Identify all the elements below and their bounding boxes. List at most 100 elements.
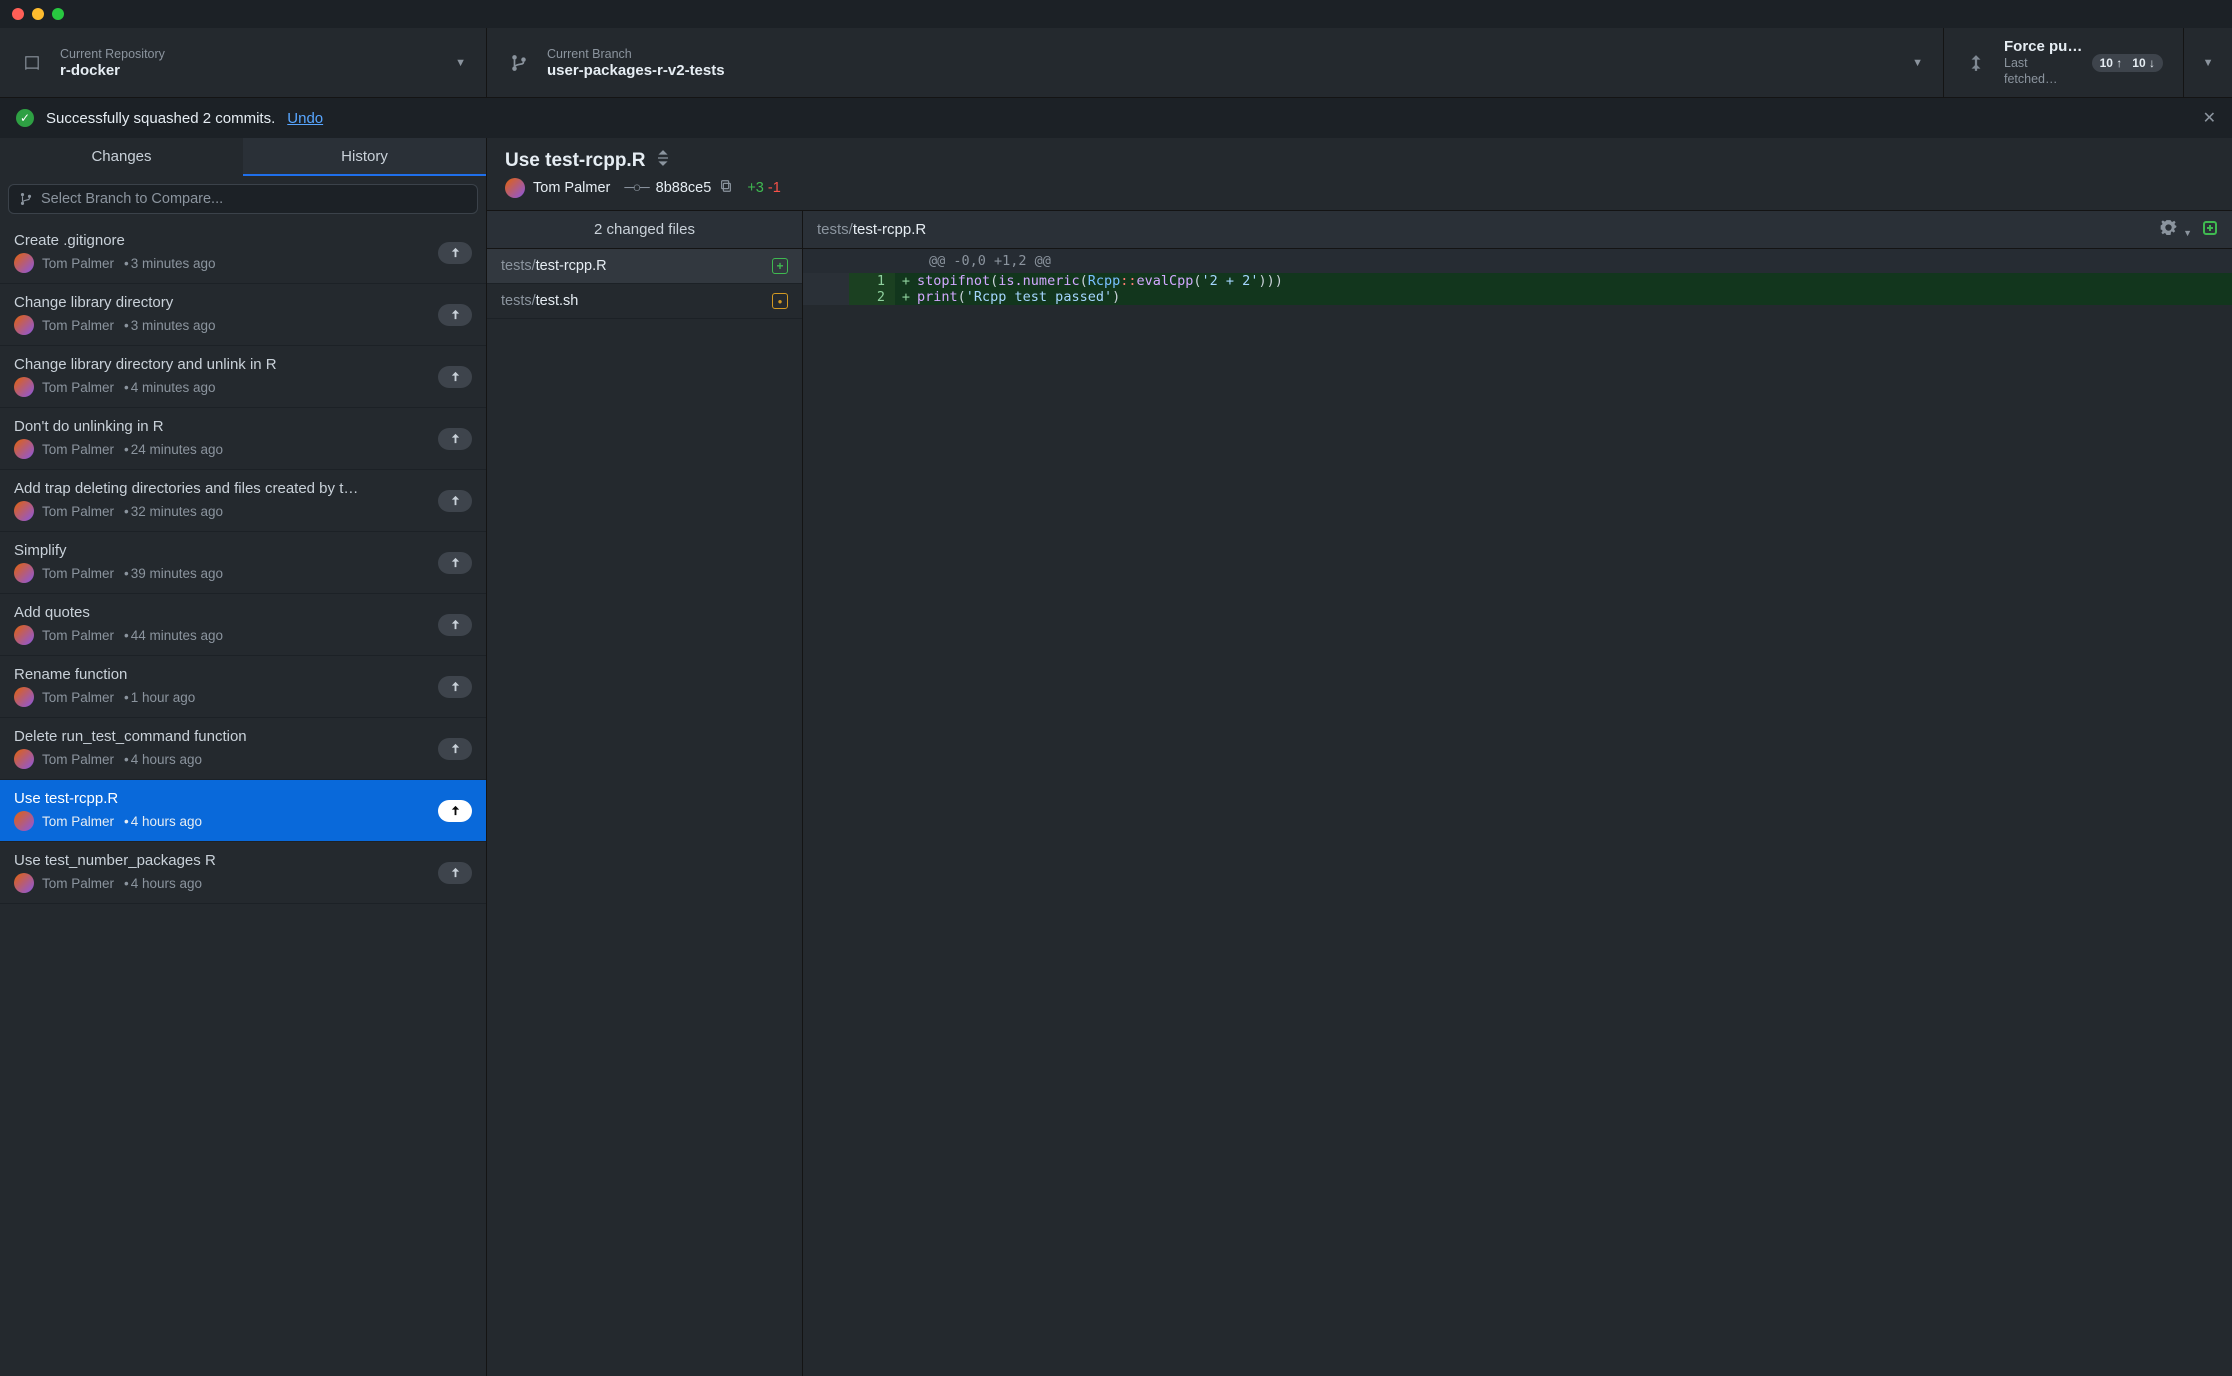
commit-item[interactable]: Add trap deleting directories and files …	[0, 470, 486, 532]
branch-value: user-packages-r-v2-tests	[547, 62, 887, 79]
file-path: tests/test-rcpp.R	[501, 258, 772, 274]
commit-item-author: Tom Palmer	[42, 504, 114, 519]
avatar	[14, 873, 34, 893]
commit-item-title: Create .gitignore	[14, 232, 426, 249]
commit-item-title: Don't do unlinking in R	[14, 418, 426, 435]
commit-item-time: 1 hour ago	[122, 690, 195, 705]
check-icon: ✓	[16, 109, 34, 127]
commit-item-title: Change library directory	[14, 294, 426, 311]
commit-item[interactable]: Change library directory and unlink in R…	[0, 346, 486, 408]
chevron-down-icon: ▼	[2203, 57, 2214, 69]
file-item[interactable]: tests/test.sh●	[487, 284, 802, 319]
avatar	[14, 377, 34, 397]
gear-icon[interactable]: ▼	[2160, 219, 2192, 240]
push-dropdown[interactable]: ▼	[2184, 28, 2232, 97]
push-commit-button[interactable]	[438, 490, 472, 512]
tab-changes[interactable]: Changes	[0, 138, 243, 176]
commit-item-author: Tom Palmer	[42, 814, 114, 829]
diff-line[interactable]: 1+stopifnot(is.numeric(Rcpp::evalCpp('2 …	[803, 273, 2232, 289]
chevron-down-icon: ▼	[1912, 57, 1923, 69]
push-commit-button[interactable]	[438, 552, 472, 574]
close-icon[interactable]: ✕	[2203, 108, 2216, 128]
commit-item[interactable]: Add quotes Tom Palmer 44 minutes ago	[0, 594, 486, 656]
repo-icon	[20, 54, 44, 72]
avatar	[14, 439, 34, 459]
branch-picker[interactable]: Current Branch user-packages-r-v2-tests …	[487, 28, 1944, 97]
commit-item[interactable]: Delete run_test_command function Tom Pal…	[0, 718, 486, 780]
avatar	[14, 811, 34, 831]
hunk-header: @@ -0,0 +1,2 @@	[803, 249, 2232, 273]
push-commit-button[interactable]	[438, 304, 472, 326]
open-file-path: tests/test-rcpp.R	[817, 221, 2160, 238]
modified-icon: ●	[772, 293, 788, 309]
file-list: 2 changed files tests/test-rcpp.R+tests/…	[487, 211, 803, 1376]
commit-item-title: Use test-rcpp.R	[14, 790, 426, 807]
commit-item[interactable]: Use test_number_packages R Tom Palmer 4 …	[0, 842, 486, 904]
window-titlebar	[0, 0, 2232, 28]
file-item[interactable]: tests/test-rcpp.R+	[487, 249, 802, 284]
avatar	[14, 253, 34, 273]
commit-item-author: Tom Palmer	[42, 876, 114, 891]
push-commit-button[interactable]	[438, 242, 472, 264]
app-toolbar: Current Repository r-docker ▼ Current Br…	[0, 28, 2232, 98]
commit-item-author: Tom Palmer	[42, 318, 114, 333]
push-commit-button[interactable]	[438, 676, 472, 698]
avatar	[14, 501, 34, 521]
commit-item-time: 4 minutes ago	[122, 380, 216, 395]
push-commit-button[interactable]	[438, 366, 472, 388]
commit-item-time: 4 hours ago	[122, 876, 202, 891]
commit-item-time: 44 minutes ago	[122, 628, 223, 643]
push-commit-button[interactable]	[438, 614, 472, 636]
push-button[interactable]: Force pus… Last fetched… 10 ↑ 10 ↓	[1944, 28, 2184, 97]
commit-item[interactable]: Change library directory Tom Palmer 3 mi…	[0, 284, 486, 346]
compare-placeholder: Select Branch to Compare...	[41, 191, 223, 207]
repo-picker[interactable]: Current Repository r-docker ▼	[0, 28, 487, 97]
commit-item-title: Use test_number_packages R	[14, 852, 426, 869]
push-commit-button[interactable]	[438, 428, 472, 450]
avatar	[14, 687, 34, 707]
window-close-button[interactable]	[12, 8, 24, 20]
expand-file-icon[interactable]	[2202, 220, 2218, 240]
avatar	[14, 625, 34, 645]
commit-sha: 8b88ce5	[656, 180, 712, 196]
push-subtitle: Last fetched…	[2004, 55, 2084, 88]
commit-item-title: Add trap deleting directories and files …	[14, 480, 426, 497]
commit-item-time: 32 minutes ago	[122, 504, 223, 519]
commit-item-time: 4 hours ago	[122, 814, 202, 829]
commit-item-author: Tom Palmer	[42, 628, 114, 643]
diff-body[interactable]: @@ -0,0 +1,2 @@ 1+stopifnot(is.numeric(R…	[803, 249, 2232, 1376]
commit-item[interactable]: Don't do unlinking in R Tom Palmer 24 mi…	[0, 408, 486, 470]
notification-banner: ✓ Successfully squashed 2 commits. Undo …	[0, 98, 2232, 138]
additions-count: +3	[747, 180, 764, 196]
commit-item-author: Tom Palmer	[42, 752, 114, 767]
commit-item-author: Tom Palmer	[42, 256, 114, 271]
avatar	[14, 315, 34, 335]
avatar	[505, 178, 525, 198]
commit-item[interactable]: Use test-rcpp.R Tom Palmer 4 hours ago	[0, 780, 486, 842]
push-commit-button[interactable]	[438, 862, 472, 884]
branch-icon	[507, 54, 531, 72]
commit-item[interactable]: Rename function Tom Palmer 1 hour ago	[0, 656, 486, 718]
diff-line[interactable]: 2+print('Rcpp test passed')	[803, 289, 2232, 305]
sidebar: Changes History Select Branch to Compare…	[0, 138, 487, 1376]
compare-branch-selector[interactable]: Select Branch to Compare...	[8, 184, 478, 214]
tab-history[interactable]: History	[243, 138, 486, 176]
expand-commit-icon[interactable]	[655, 150, 671, 172]
banner-text: Successfully squashed 2 commits.	[46, 110, 275, 127]
undo-link[interactable]: Undo	[287, 110, 323, 127]
ahead-behind-badge: 10 ↑ 10 ↓	[2092, 54, 2163, 72]
copy-sha-button[interactable]	[719, 179, 733, 197]
file-list-header: 2 changed files	[487, 211, 802, 249]
chevron-down-icon: ▼	[455, 57, 466, 69]
window-minimize-button[interactable]	[32, 8, 44, 20]
commit-item-title: Add quotes	[14, 604, 426, 621]
window-zoom-button[interactable]	[52, 8, 64, 20]
commit-item[interactable]: Create .gitignore Tom Palmer 3 minutes a…	[0, 222, 486, 284]
push-commit-button[interactable]	[438, 800, 472, 822]
push-icon	[1964, 54, 1988, 72]
commit-item[interactable]: Simplify Tom Palmer 39 minutes ago	[0, 532, 486, 594]
commit-item-title: Simplify	[14, 542, 426, 559]
commit-item-time: 4 hours ago	[122, 752, 202, 767]
commit-item-author: Tom Palmer	[42, 380, 114, 395]
push-commit-button[interactable]	[438, 738, 472, 760]
